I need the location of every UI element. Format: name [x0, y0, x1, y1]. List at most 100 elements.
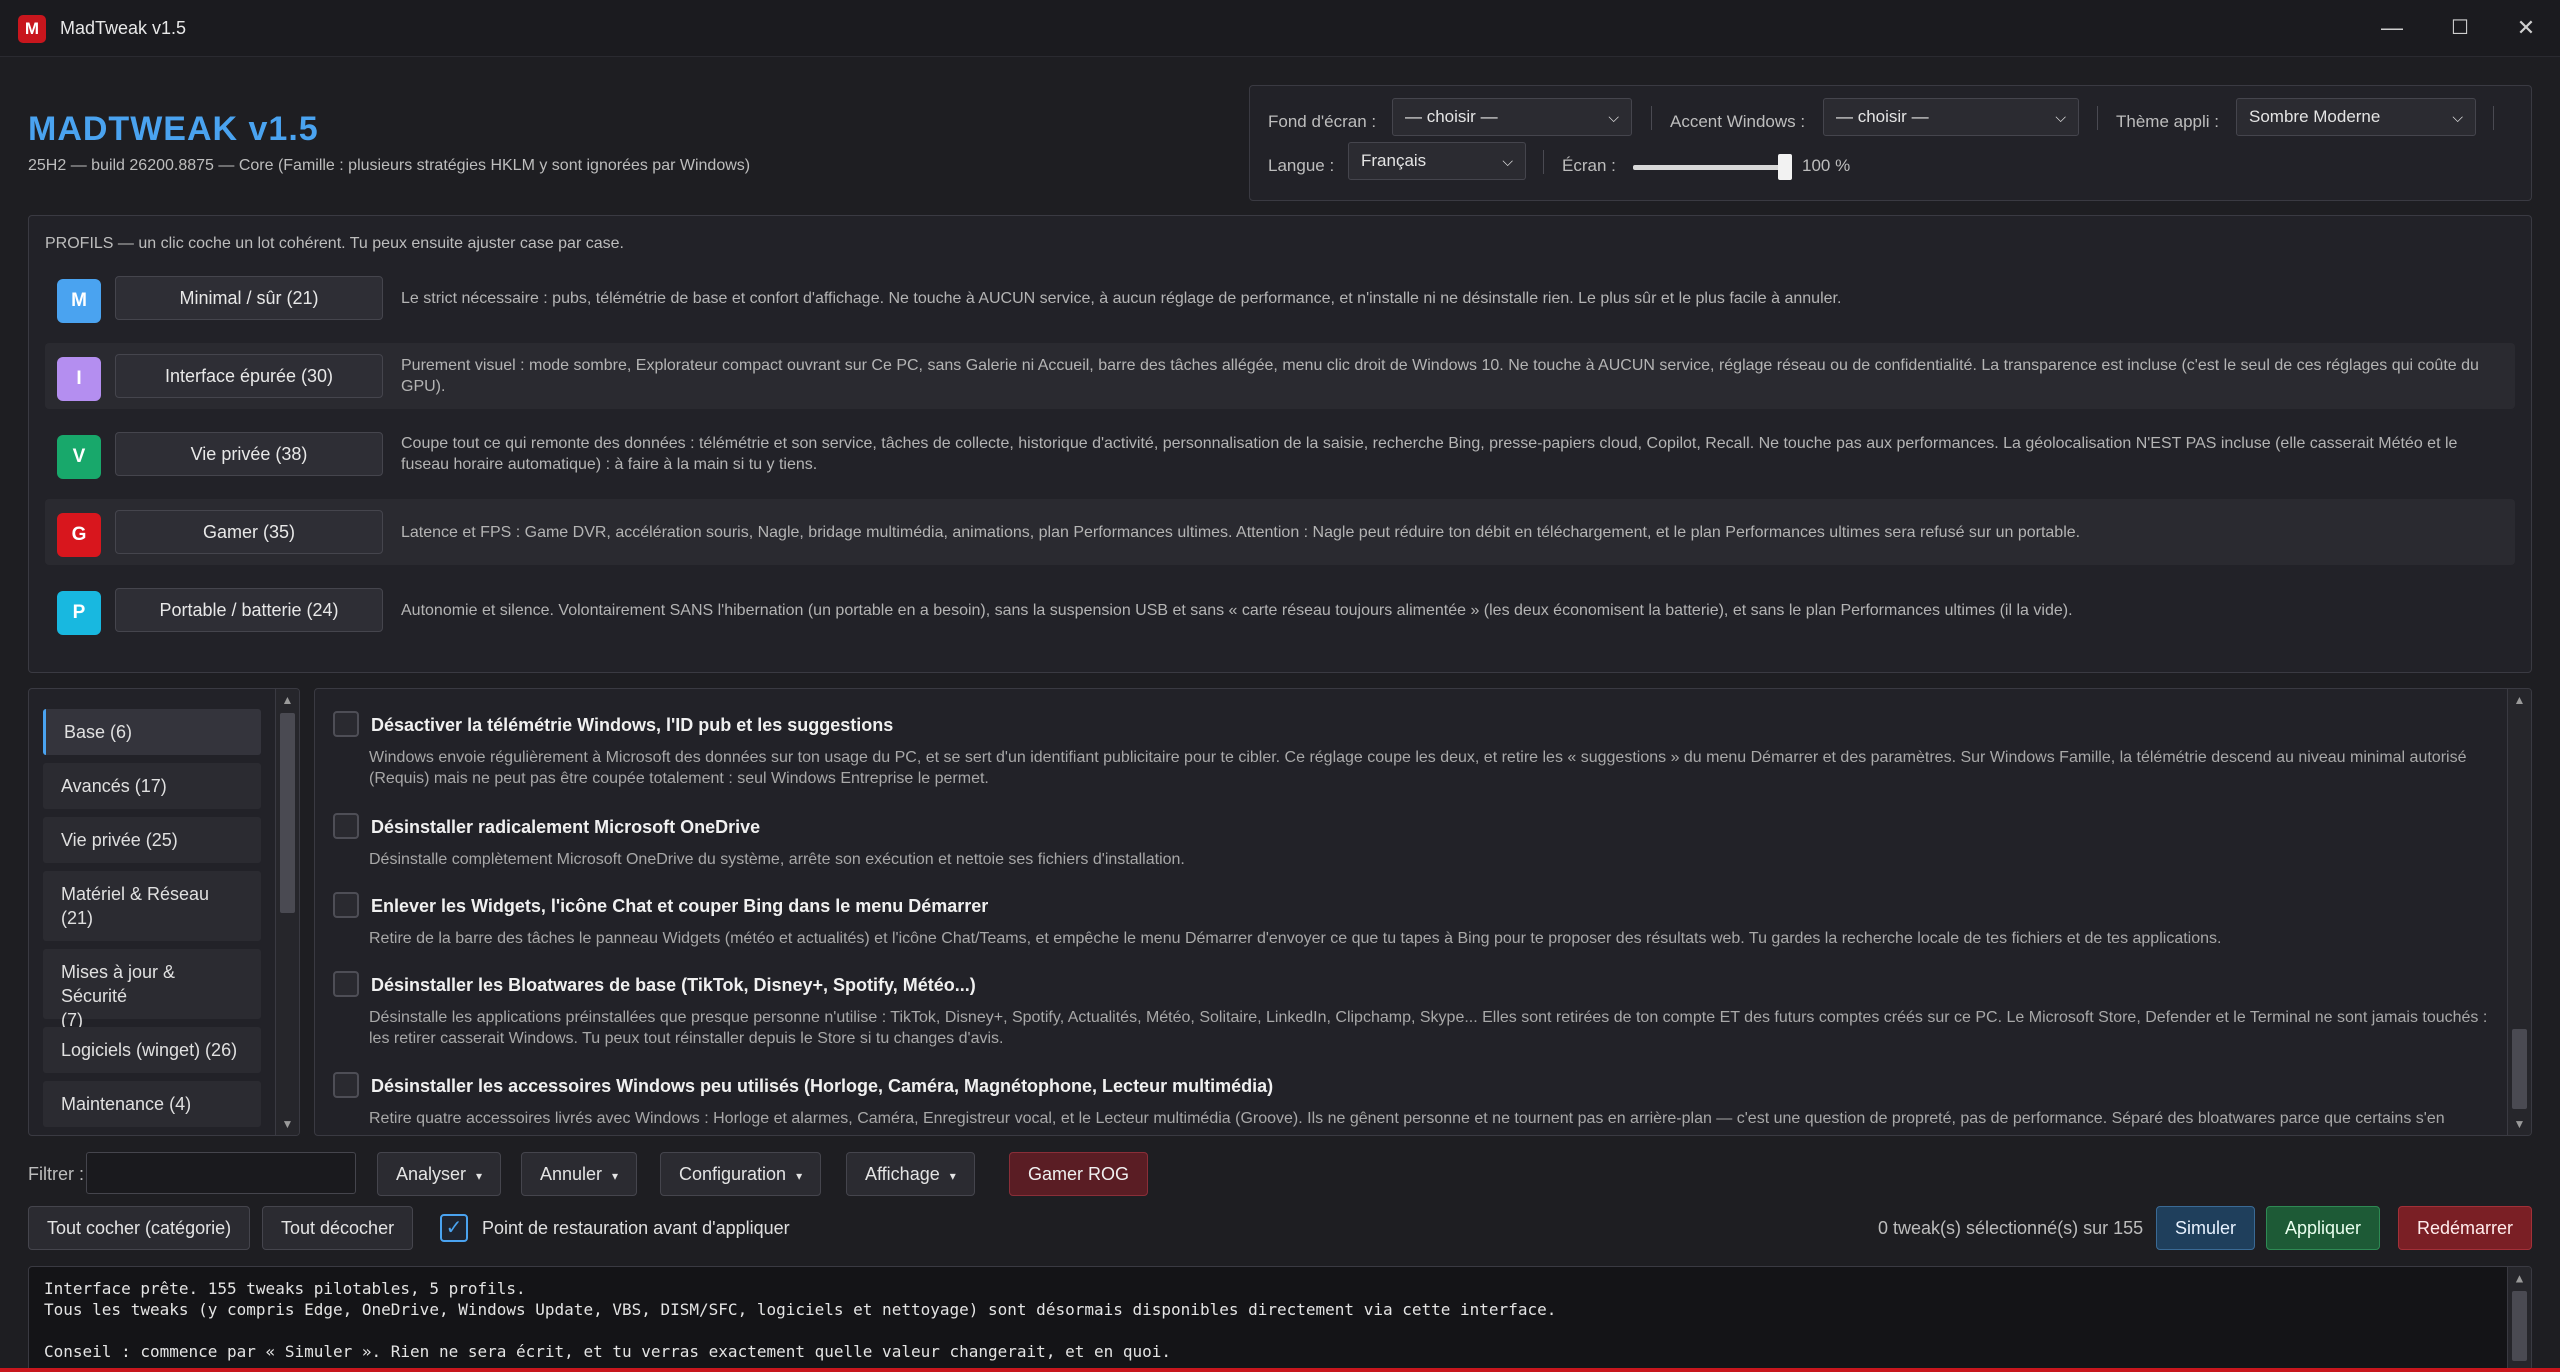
accent-select[interactable]: — choisir — ⌵	[1823, 98, 2079, 136]
profile-privacy-button[interactable]: Vie privée (38)	[115, 432, 383, 476]
minimize-icon[interactable]: —	[2374, 12, 2410, 44]
category-updates-security[interactable]: Mises à jour & Sécurité (7)	[43, 949, 261, 1030]
tweak-description: Désinstalle les applications préinstallé…	[369, 1009, 2488, 1047]
language-label: Langue :	[1268, 156, 1335, 175]
accent-value: — choisir —	[1836, 107, 1929, 126]
tweak-checkbox[interactable]	[333, 813, 359, 839]
caret-down-icon: ▾	[612, 1169, 619, 1183]
scrollbar-thumb[interactable]	[280, 713, 295, 913]
gamer-rog-button[interactable]: Gamer ROG	[1009, 1152, 1149, 1196]
tweak-checkbox[interactable]	[333, 711, 359, 737]
profile-description: Autonomie et silence. Volontairement SAN…	[401, 602, 2073, 619]
divider	[2493, 106, 2494, 130]
accent-label: Accent Windows :	[1670, 112, 1806, 131]
maximize-icon[interactable]: ☐	[2442, 12, 2478, 44]
simulate-button[interactable]: Simuler	[2156, 1206, 2256, 1250]
console-scrollbar[interactable]: ▲	[2507, 1267, 2531, 1371]
profile-badge: I	[57, 357, 101, 401]
tweak-description: Retire quatre accessoires livrés avec Wi…	[369, 1110, 2445, 1127]
apply-button[interactable]: Appliquer	[2266, 1206, 2381, 1250]
restore-point-checkbox[interactable]: ✓	[440, 1214, 468, 1242]
tweak-title[interactable]: Désinstaller les accessoires Windows peu…	[371, 1076, 1273, 1097]
reboot-button[interactable]: Redémarrer	[2398, 1206, 2533, 1250]
tweak-title[interactable]: Désinstaller radicalement Microsoft OneD…	[371, 817, 760, 838]
app-brand-title: MADTWEAK v1.5	[28, 110, 319, 148]
configuration-dropdown[interactable]: Configuration ▾	[660, 1152, 822, 1196]
profile-row-interface: I Interface épurée (30) Purement visuel …	[45, 343, 2515, 409]
profile-row-laptop: P Portable / batterie (24) Autonomie et …	[45, 577, 2515, 643]
profiles-panel: PROFILS — un clic coche un lot cohérent.…	[28, 215, 2532, 673]
profile-gamer-button[interactable]: Gamer (35)	[115, 510, 383, 554]
scrollbar-thumb[interactable]	[2512, 1291, 2527, 1361]
app-icon: M	[18, 15, 46, 43]
scroll-up-icon[interactable]: ▲	[2508, 689, 2531, 711]
undo-dropdown[interactable]: Annuler ▾	[521, 1152, 638, 1196]
tweak-scrollbar[interactable]: ▲ ▼	[2507, 689, 2531, 1135]
profile-minimal-button[interactable]: Minimal / sûr (21)	[115, 276, 383, 320]
scrollbar-thumb[interactable]	[2512, 1029, 2527, 1109]
close-icon[interactable]: ✕	[2508, 12, 2544, 44]
chevron-down-icon: ⌵	[2055, 109, 2066, 125]
log-line: Tous les tweaks (y compris Edge, OneDriv…	[44, 1300, 1557, 1319]
category-base[interactable]: Base (6)	[43, 709, 261, 755]
profile-row-minimal: M Minimal / sûr (21) Le strict nécessair…	[45, 265, 2515, 331]
scroll-up-icon[interactable]: ▲	[276, 689, 299, 711]
profile-badge: P	[57, 591, 101, 635]
theme-select[interactable]: Sombre Moderne ⌵	[2236, 98, 2476, 136]
caret-down-icon: ▾	[476, 1169, 483, 1183]
category-scrollbar[interactable]: ▲ ▼	[275, 689, 299, 1135]
tweak-title[interactable]: Enlever les Widgets, l'icône Chat et cou…	[371, 896, 988, 917]
profile-row-privacy: V Vie privée (38) Coupe tout ce qui remo…	[45, 421, 2515, 487]
tweak-checkbox[interactable]	[333, 971, 359, 997]
screen-label: Écran :	[1562, 156, 1616, 175]
profile-description: Purement visuel : mode sombre, Explorate…	[401, 357, 2479, 395]
category-software-winget[interactable]: Logiciels (winget) (26)	[43, 1027, 261, 1073]
profile-row-gamer: G Gamer (35) Latence et FPS : Game DVR, …	[45, 499, 2515, 565]
language-select[interactable]: Français ⌵	[1348, 142, 1526, 180]
filter-label: Filtrer :	[28, 1164, 84, 1184]
category-hardware-network[interactable]: Matériel & Réseau (21)	[43, 871, 261, 941]
scroll-up-icon[interactable]: ▲	[2508, 1267, 2531, 1289]
wallpaper-select[interactable]: — choisir — ⌵	[1392, 98, 1632, 136]
tweak-description: Retire de la barre des tâches le panneau…	[369, 930, 2222, 947]
log-line: Conseil : commence par « Simuler ». Rien…	[44, 1342, 1172, 1361]
title-bar: M MadTweak v1.5 — ☐ ✕	[0, 0, 2560, 57]
screen-scale-value: 100 %	[1802, 156, 1851, 175]
selected-count: 0 tweak(s) sélectionné(s) sur 155	[1878, 1218, 2144, 1238]
log-console[interactable]: Interface prête. 155 tweaks pilotables, …	[28, 1266, 2532, 1372]
chevron-down-icon: ⌵	[1608, 109, 1619, 125]
scroll-down-icon[interactable]: ▼	[276, 1113, 299, 1135]
scroll-down-icon[interactable]: ▼	[2508, 1113, 2531, 1135]
profile-badge: M	[57, 279, 101, 323]
tweak-description: Windows envoie régulièrement à Microsoft…	[369, 749, 2467, 787]
screen-scale-slider[interactable]	[1633, 165, 1791, 170]
log-line: Interface prête. 155 tweaks pilotables, …	[44, 1279, 526, 1298]
tweak-checkbox[interactable]	[333, 1072, 359, 1098]
tweak-checkbox[interactable]	[333, 892, 359, 918]
profile-laptop-button[interactable]: Portable / batterie (24)	[115, 588, 383, 632]
profile-interface-button[interactable]: Interface épurée (30)	[115, 354, 383, 398]
category-privacy[interactable]: Vie privée (25)	[43, 817, 261, 863]
language-value: Français	[1361, 151, 1427, 170]
chevron-down-icon: ⌵	[1502, 153, 1513, 169]
uncheck-all-button[interactable]: Tout décocher	[262, 1206, 414, 1250]
tweak-title[interactable]: Désinstaller les Bloatwares de base (Tik…	[371, 975, 976, 996]
tweak-title[interactable]: Désactiver la télémétrie Windows, l'ID p…	[371, 715, 893, 736]
analyze-label: Analyser	[396, 1164, 467, 1184]
build-info: 25H2 — build 26200.8875 — Core (Famille …	[28, 157, 751, 174]
display-label: Affichage	[865, 1164, 940, 1184]
category-advanced[interactable]: Avancés (17)	[43, 763, 261, 809]
screen-scale-slider-thumb[interactable]	[1778, 154, 1792, 180]
caret-down-icon: ▾	[949, 1169, 956, 1183]
analyze-dropdown[interactable]: Analyser ▾	[377, 1152, 502, 1196]
display-dropdown[interactable]: Affichage ▾	[846, 1152, 975, 1196]
check-all-button[interactable]: Tout cocher (catégorie)	[28, 1206, 251, 1250]
profile-description: Latence et FPS : Game DVR, accélération …	[401, 524, 2081, 541]
category-maintenance[interactable]: Maintenance (4)	[43, 1081, 261, 1127]
theme-label: Thème appli :	[2116, 112, 2219, 131]
restore-point-label[interactable]: Point de restauration avant d'appliquer	[482, 1218, 790, 1239]
profile-badge: V	[57, 435, 101, 479]
profiles-intro: PROFILS — un clic coche un lot cohérent.…	[45, 235, 624, 252]
divider	[1651, 106, 1652, 130]
filter-input[interactable]	[86, 1152, 356, 1194]
